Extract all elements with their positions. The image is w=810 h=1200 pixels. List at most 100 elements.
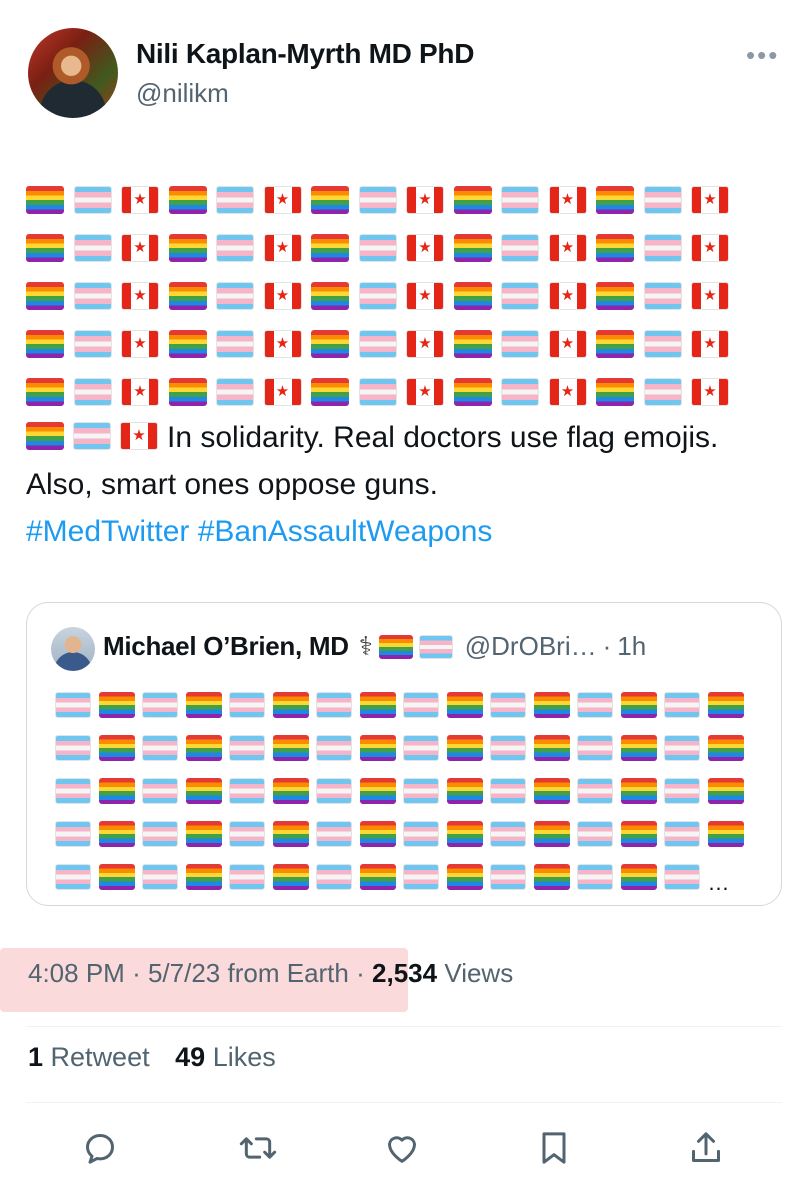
rainbow-flag-icon	[311, 282, 349, 310]
quoted-tweet-card[interactable]: Michael O’Brien, MD ⚕ @DrOBri… · 1h …	[26, 602, 782, 906]
trans-flag-icon	[418, 634, 453, 659]
quoted-flag-emoji-grid: …	[55, 683, 775, 898]
trans-flag-icon	[316, 777, 352, 804]
trans-flag-icon	[73, 422, 111, 451]
tweet-date[interactable]: 5/7/23	[148, 958, 220, 988]
trans-flag-icon	[664, 820, 700, 847]
trans-flag-icon	[403, 863, 439, 890]
trans-flag-icon	[403, 734, 439, 761]
trans-flag-icon	[403, 820, 439, 847]
trans-flag-icon	[73, 282, 112, 310]
canada-flag-icon	[691, 330, 729, 358]
like-button[interactable]	[378, 1124, 426, 1172]
canada-flag-icon	[121, 186, 159, 214]
trans-flag-icon	[316, 691, 352, 718]
canada-flag-icon	[406, 330, 444, 358]
likes-stat[interactable]: 49 Likes	[175, 1042, 276, 1072]
trans-flag-icon	[358, 330, 397, 358]
rainbow-flag-icon	[26, 234, 64, 262]
flag-row	[26, 224, 746, 272]
trans-flag-icon	[490, 863, 526, 890]
more-options-icon[interactable]: •••	[746, 40, 779, 71]
rainbow-flag-icon	[620, 734, 657, 761]
rainbow-flag-icon	[359, 777, 396, 804]
rainbow-flag-icon	[453, 234, 492, 262]
rainbow-flag-icon	[620, 863, 657, 890]
rainbow-flag-icon	[446, 777, 483, 804]
flag-row	[26, 320, 746, 368]
trans-flag-icon	[664, 863, 700, 890]
trans-flag-icon	[643, 186, 682, 214]
trans-flag-icon	[142, 820, 178, 847]
trans-flag-icon	[216, 234, 254, 262]
trans-flag-icon	[73, 186, 112, 214]
canada-flag-icon	[691, 378, 729, 406]
rainbow-flag-icon	[185, 734, 222, 761]
retweets-stat[interactable]: 1 Retweet	[28, 1042, 150, 1072]
trans-flag-icon	[216, 378, 254, 406]
rainbow-flag-icon	[168, 186, 207, 214]
hashtag-medtwitter[interactable]: #MedTwitter	[26, 515, 189, 548]
rainbow-flag-icon	[446, 820, 483, 847]
trans-flag-icon	[577, 734, 613, 761]
trans-flag-icon	[501, 282, 539, 310]
rainbow-flag-icon	[446, 734, 483, 761]
hashtag-banassaultweapons[interactable]: #BanAssaultWeapons	[198, 515, 493, 548]
rainbow-flag-icon	[26, 330, 64, 358]
rainbow-flag-icon	[272, 777, 309, 804]
trans-flag-icon	[142, 863, 178, 890]
rainbow-flag-icon	[311, 378, 349, 406]
canada-flag-icon	[548, 282, 587, 310]
trans-flag-icon	[643, 330, 682, 358]
trans-flag-icon	[316, 863, 352, 890]
rainbow-flag-icon	[533, 691, 570, 718]
bookmark-button[interactable]	[530, 1124, 578, 1172]
trans-flag-icon	[490, 734, 526, 761]
canada-flag-icon	[548, 186, 587, 214]
canada-flag-icon	[263, 330, 302, 358]
share-button[interactable]	[682, 1124, 730, 1172]
rainbow-flag-icon	[533, 734, 570, 761]
rainbow-flag-icon	[98, 820, 135, 847]
canada-flag-icon	[548, 234, 587, 262]
trans-flag-icon	[229, 777, 265, 804]
rainbow-flag-icon	[272, 820, 309, 847]
trans-flag-icon	[577, 691, 613, 718]
canada-flag-icon	[120, 422, 158, 451]
author-name[interactable]: Nili Kaplan-Myrth MD PhD	[136, 38, 474, 70]
divider	[26, 1026, 782, 1027]
author-avatar[interactable]	[28, 28, 118, 118]
rainbow-flag-icon	[168, 378, 207, 406]
rainbow-flag-icon	[272, 863, 309, 890]
rainbow-flag-icon	[596, 234, 634, 262]
rainbow-flag-icon	[311, 330, 349, 358]
trans-flag-icon	[643, 282, 682, 310]
rainbow-flag-icon	[533, 863, 570, 890]
meta-separator: ·	[132, 958, 141, 988]
trans-flag-icon	[577, 820, 613, 847]
tweet-time[interactable]: 4:08 PM	[28, 958, 125, 988]
reply-button[interactable]	[76, 1124, 124, 1172]
canada-flag-icon	[406, 186, 444, 214]
trans-flag-icon	[316, 820, 352, 847]
flag-row	[55, 683, 775, 726]
views-count: 2,534	[372, 958, 438, 988]
canada-flag-icon	[548, 378, 587, 406]
rainbow-flag-icon	[272, 691, 309, 718]
canada-flag-icon	[406, 234, 444, 262]
rainbow-flag-icon	[707, 820, 744, 847]
trans-flag-icon	[55, 863, 91, 890]
trans-flag-icon	[142, 691, 178, 718]
trans-flag-icon	[229, 691, 265, 718]
rainbow-flag-icon	[620, 691, 657, 718]
trans-flag-icon	[55, 777, 91, 804]
like-icon	[388, 1136, 416, 1163]
retweet-button[interactable]	[234, 1124, 282, 1172]
quoted-tweet-header: Michael O’Brien, MD ⚕ @DrOBri… · 1h	[103, 631, 646, 662]
tweet-source: from Earth	[227, 958, 349, 988]
author-handle[interactable]: @nilikm	[136, 78, 229, 109]
rainbow-flag-icon	[98, 734, 135, 761]
trans-flag-icon	[73, 234, 112, 262]
rainbow-flag-icon	[596, 330, 634, 358]
canada-flag-icon	[691, 186, 729, 214]
